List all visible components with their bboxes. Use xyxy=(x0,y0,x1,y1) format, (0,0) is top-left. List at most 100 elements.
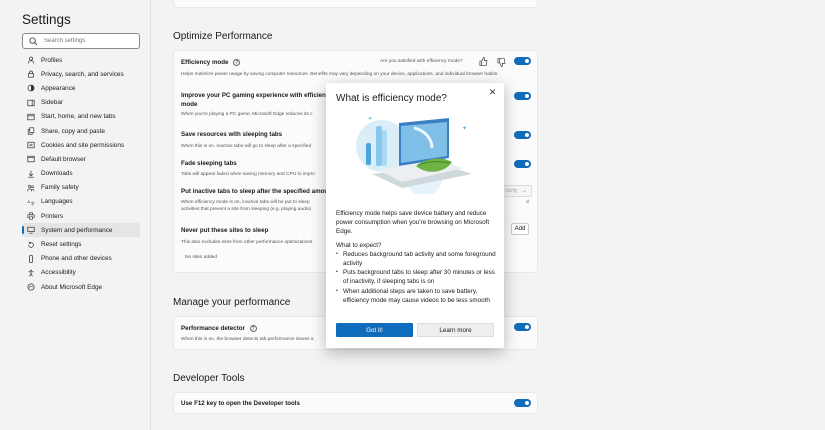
sidebar-item-phone[interactable]: Phone and other devices xyxy=(22,252,140,266)
perf-detector-row: Performance detector ? xyxy=(181,325,257,332)
sidebar-item-label: Printers xyxy=(41,212,64,220)
never-sleep-desc: This also excludes sites from other perf… xyxy=(181,240,313,245)
sleeping-tabs-desc: When this is on, inactive tabs will go t… xyxy=(181,144,312,149)
sidebar-item-label: Downloads xyxy=(41,170,73,178)
language-icon: A字 xyxy=(27,198,35,206)
sidebar-item-family-safety[interactable]: Family safety xyxy=(22,181,140,195)
thumbs-down-icon[interactable] xyxy=(497,58,506,67)
efficiency-mode-row: Efficiency mode ? xyxy=(181,59,241,67)
sidebar-item-label: Profiles xyxy=(41,56,63,64)
sidebar-item-label: Languages xyxy=(41,198,73,206)
appearance-icon xyxy=(27,84,35,92)
sidebar-item-label: Cookies and site permissions xyxy=(41,141,125,149)
put-inactive-desc-tail: d xyxy=(526,200,529,205)
top-card xyxy=(173,0,538,8)
put-inactive-desc-2: activities that prevent a site from slee… xyxy=(181,207,312,212)
perf-detector-title: Performance detector xyxy=(181,325,245,333)
sidebar-item-label: Sidebar xyxy=(41,99,64,107)
no-sites-text: No sites added xyxy=(185,255,217,260)
feedback-question: Are you satisfied with efficiency mode? xyxy=(380,59,463,64)
dialog-body: Efficiency mode helps save device batter… xyxy=(336,209,496,305)
sidebar-item-label: Accessibility xyxy=(41,269,76,277)
family-icon xyxy=(27,184,35,192)
optimize-performance-heading: Optimize Performance xyxy=(173,31,273,42)
got-it-button[interactable]: Got it! xyxy=(336,323,413,337)
perf-detector-desc: When this is on, the browser detects tab… xyxy=(181,337,314,342)
learn-more-button[interactable]: Learn more xyxy=(417,323,494,337)
help-icon[interactable]: ? xyxy=(233,59,241,66)
efficiency-illustration: ✦ ✦ xyxy=(356,116,472,194)
sidebar-item-appearance[interactable]: Appearance xyxy=(22,81,140,95)
search-input[interactable] xyxy=(44,38,134,44)
settings-title: Settings xyxy=(22,12,71,27)
dialog-bullet: Puts background tabs to sleep after 30 m… xyxy=(336,268,496,286)
svg-text:字: 字 xyxy=(31,200,35,206)
sidebar-item-accessibility[interactable]: Accessibility xyxy=(22,266,140,280)
system-icon xyxy=(27,226,35,234)
manage-performance-heading: Manage your performance xyxy=(173,297,291,308)
home-icon xyxy=(27,113,35,121)
sidebar-nav: Profiles Privacy, search, and services A… xyxy=(22,53,140,294)
fade-tabs-title: Fade sleeping tabs xyxy=(181,160,237,167)
dialog-expect-label: What to expect? xyxy=(336,241,382,249)
sidebar-item-label: Family safety xyxy=(41,184,79,192)
sidebar-item-reset[interactable]: Reset settings xyxy=(22,237,140,251)
fade-tabs-toggle[interactable] xyxy=(514,160,531,168)
f12-title: Use F12 key to open the Developer tools xyxy=(181,400,300,407)
dialog-title: What is efficiency mode? xyxy=(336,93,447,104)
f12-toggle[interactable] xyxy=(514,399,531,407)
search-box[interactable] xyxy=(22,33,140,49)
accessibility-icon xyxy=(27,269,35,277)
sidebar-item-label: Start, home, and new tabs xyxy=(41,113,116,121)
gaming-toggle[interactable] xyxy=(514,92,531,100)
sidebar-item-label: About Microsoft Edge xyxy=(41,283,103,291)
sidebar-item-privacy[interactable]: Privacy, search, and services xyxy=(22,67,140,81)
help-icon[interactable]: ? xyxy=(249,325,257,332)
sidebar-item-about[interactable]: About Microsoft Edge xyxy=(22,280,140,294)
sidebar-item-languages[interactable]: A字 Languages xyxy=(22,195,140,209)
sidebar-item-default-browser[interactable]: Default browser xyxy=(22,152,140,166)
browser-icon xyxy=(27,155,35,163)
thumbs-up-icon[interactable] xyxy=(479,57,488,66)
perf-detector-toggle[interactable] xyxy=(514,323,531,331)
sidebar-item-sidebar[interactable]: Sidebar xyxy=(22,96,140,110)
sidebar-item-share[interactable]: Share, copy and paste xyxy=(22,124,140,138)
printer-icon xyxy=(27,212,35,220)
efficiency-mode-dialog: What is efficiency mode? ✕ ✦ ✦ Efficienc… xyxy=(326,83,504,348)
never-sleep-title: Never put these sites to sleep xyxy=(181,227,269,234)
dev-tools-card: Use F12 key to open the Developer tools xyxy=(173,392,538,414)
put-inactive-desc-1: When efficiency mode is on, inactive tab… xyxy=(181,200,310,205)
svg-text:✦: ✦ xyxy=(368,116,372,122)
sidebar-item-cookies[interactable]: Cookies and site permissions xyxy=(22,138,140,152)
put-inactive-title: Put inactive tabs to sleep after the spe… xyxy=(181,188,332,195)
developer-tools-heading: Developer Tools xyxy=(173,373,245,384)
download-icon xyxy=(27,170,35,178)
lock-icon xyxy=(27,70,35,78)
sidebar-item-label: Phone and other devices xyxy=(41,255,112,263)
sidebar-item-system-performance[interactable]: System and performance xyxy=(22,223,140,238)
efficiency-mode-toggle[interactable] xyxy=(514,57,531,65)
fade-tabs-desc: Tabs will appear faded when saving memor… xyxy=(181,172,315,177)
cookie-icon xyxy=(27,141,35,149)
sidebar-item-label: Appearance xyxy=(41,84,76,92)
sidebar-item-printers[interactable]: Printers xyxy=(22,209,140,223)
dropdown-value: ctivity xyxy=(505,188,518,194)
svg-text:✦: ✦ xyxy=(462,125,467,132)
close-icon[interactable]: ✕ xyxy=(488,88,497,97)
sidebar-item-profiles[interactable]: Profiles xyxy=(22,53,140,67)
gaming-title-line1: Improve your PC gaming experience with e… xyxy=(181,92,333,99)
efficiency-mode-desc: Helps minimize power usage by saving com… xyxy=(181,72,499,77)
chevron-down-icon: ⌄ xyxy=(521,188,527,194)
sleeping-tabs-title: Save resources with sleeping tabs xyxy=(181,131,283,138)
dialog-bullet: Reduces background tab activity and some… xyxy=(336,250,496,268)
sidebar-item-downloads[interactable]: Downloads xyxy=(22,167,140,181)
phone-icon xyxy=(27,254,35,263)
search-icon xyxy=(29,36,38,45)
sidebar: Settings Profiles Privacy, search, and s… xyxy=(0,0,151,430)
sleeping-tabs-toggle[interactable] xyxy=(514,131,531,139)
add-site-button[interactable]: Add xyxy=(511,223,529,235)
sidebar-item-start-home[interactable]: Start, home, and new tabs xyxy=(22,110,140,124)
dialog-intro: Efficiency mode helps save device batter… xyxy=(336,210,490,236)
efficiency-mode-title: Efficiency mode xyxy=(181,59,229,67)
edge-icon xyxy=(27,283,35,291)
